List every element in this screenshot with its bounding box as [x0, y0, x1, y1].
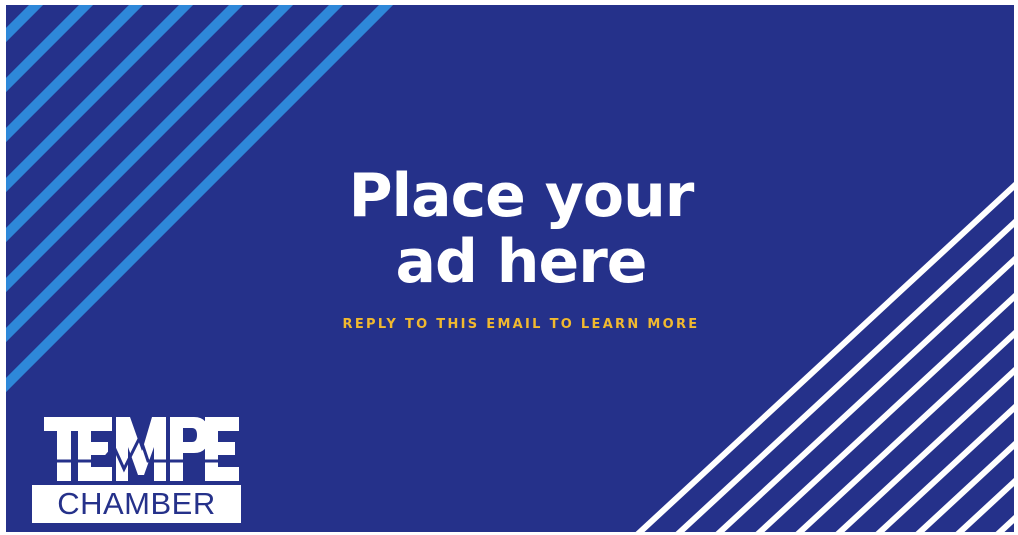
ad-subline: REPLY TO THIS EMAIL TO LEARN MORE	[342, 317, 700, 332]
headline-line-2: ad here	[395, 227, 647, 297]
headline-line-1: Place your	[348, 161, 695, 231]
ad-banner[interactable]: Place your ad here REPLY TO THIS EMAIL T…	[6, 5, 1014, 532]
logo-chamber-text: CHAMBER	[57, 486, 216, 521]
logo-chamber-box: CHAMBER	[32, 485, 241, 523]
ad-headline: Place your ad here	[306, 163, 736, 295]
tempe-chamber-logo[interactable]: CHAMBER	[32, 415, 241, 523]
screenshot-frame: Place your ad here REPLY TO THIS EMAIL T…	[0, 0, 1018, 535]
tempe-logo-mark	[44, 417, 239, 481]
